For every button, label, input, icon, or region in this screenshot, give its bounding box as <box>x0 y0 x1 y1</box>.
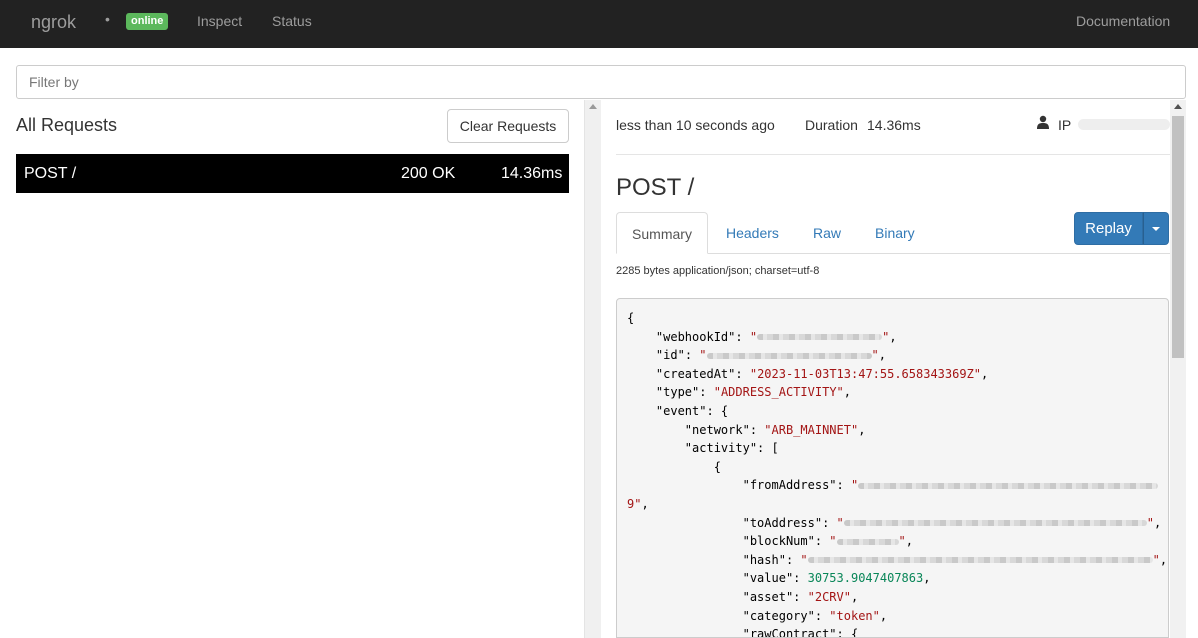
request-method-path: POST / <box>24 165 77 182</box>
code-line: "webhookId": " ", <box>655 329 897 344</box>
code-line: "createdAt": "2023-11-03T13:47:55.658343… <box>655 366 989 381</box>
scroll-up-arrow-icon[interactable] <box>1174 104 1182 109</box>
request-status: 200 OK <box>401 165 456 182</box>
status-badge: online <box>126 13 169 30</box>
nav-link-inspect[interactable]: Inspect <box>197 13 242 29</box>
request-time: less than 10 seconds ago <box>616 117 775 133</box>
code-line: { <box>627 311 635 325</box>
json-body-viewer: { "webhookId": " ", "id": " ", "createdAt"… <box>616 298 1169 638</box>
code-line: "category": "token", <box>742 608 888 623</box>
redacted-value <box>836 538 899 545</box>
caret-down-icon <box>1152 227 1160 231</box>
duration-label: Duration <box>805 117 858 133</box>
pane-divider-scrollbar[interactable] <box>584 100 601 638</box>
scroll-up-arrow-icon[interactable] <box>589 104 597 109</box>
code-line: "hash": " ", <box>742 552 1168 567</box>
request-row[interactable]: POST / 200 OK 14.36ms <box>16 154 569 193</box>
code-line: "activity": [ <box>684 441 779 456</box>
nav-link-status[interactable]: Status <box>272 13 312 29</box>
requests-title: All Requests <box>16 115 118 135</box>
ip-value-redacted <box>1078 119 1170 130</box>
request-title: POST / <box>616 174 695 201</box>
redacted-value <box>858 482 1159 489</box>
detail-scrollbar[interactable] <box>1170 100 1186 638</box>
replay-options-button[interactable] <box>1143 212 1169 245</box>
redacted-value <box>757 334 883 341</box>
redacted-value <box>807 557 1153 564</box>
code-line: "rawContract": { <box>742 627 859 638</box>
code-line: "network": "ARB_MAINNET", <box>684 422 866 437</box>
code-line: "event": { <box>655 404 729 418</box>
tab-raw[interactable]: Raw <box>813 212 841 254</box>
redacted-value <box>706 352 872 359</box>
replay-button[interactable]: Replay <box>1074 212 1143 245</box>
redacted-value <box>843 520 1147 527</box>
code-line: "blockNum": " ", <box>742 534 913 549</box>
code-line: "id": " ", <box>655 348 886 363</box>
user-icon <box>1037 115 1049 129</box>
code-line: "type": "ADDRESS_ACTIVITY", <box>655 385 851 400</box>
code-line: "toAddress": " ", <box>742 515 1162 530</box>
code-line: { <box>627 459 721 474</box>
scrollbar-thumb[interactable] <box>1172 116 1184 358</box>
code-line: 9", <box>627 497 649 511</box>
request-duration: 14.36ms <box>501 165 563 182</box>
status-dot: • <box>105 11 110 27</box>
ip-label: IP <box>1058 117 1072 133</box>
code-line: "asset": "2CRV", <box>742 590 859 604</box>
code-line: "fromAddress": " <box>627 476 1159 495</box>
tab-summary[interactable]: Summary <box>616 212 708 254</box>
tab-binary[interactable]: Binary <box>875 212 915 254</box>
clear-requests-button[interactable]: Clear Requests <box>447 109 569 143</box>
top-navbar: ngrok • online Inspect Status Documentat… <box>0 0 1198 48</box>
detail-divider <box>616 154 1170 155</box>
tab-headers[interactable]: Headers <box>726 212 779 254</box>
code-line: "value": 30753.9047407863, <box>742 571 931 586</box>
duration-value: 14.36ms <box>867 117 921 133</box>
nav-link-documentation[interactable]: Documentation <box>1076 13 1170 29</box>
brand-logo[interactable]: ngrok <box>31 12 76 33</box>
body-size-info: 2285 bytes application/json; charset=utf… <box>616 265 820 277</box>
filter-input[interactable] <box>16 65 1186 99</box>
